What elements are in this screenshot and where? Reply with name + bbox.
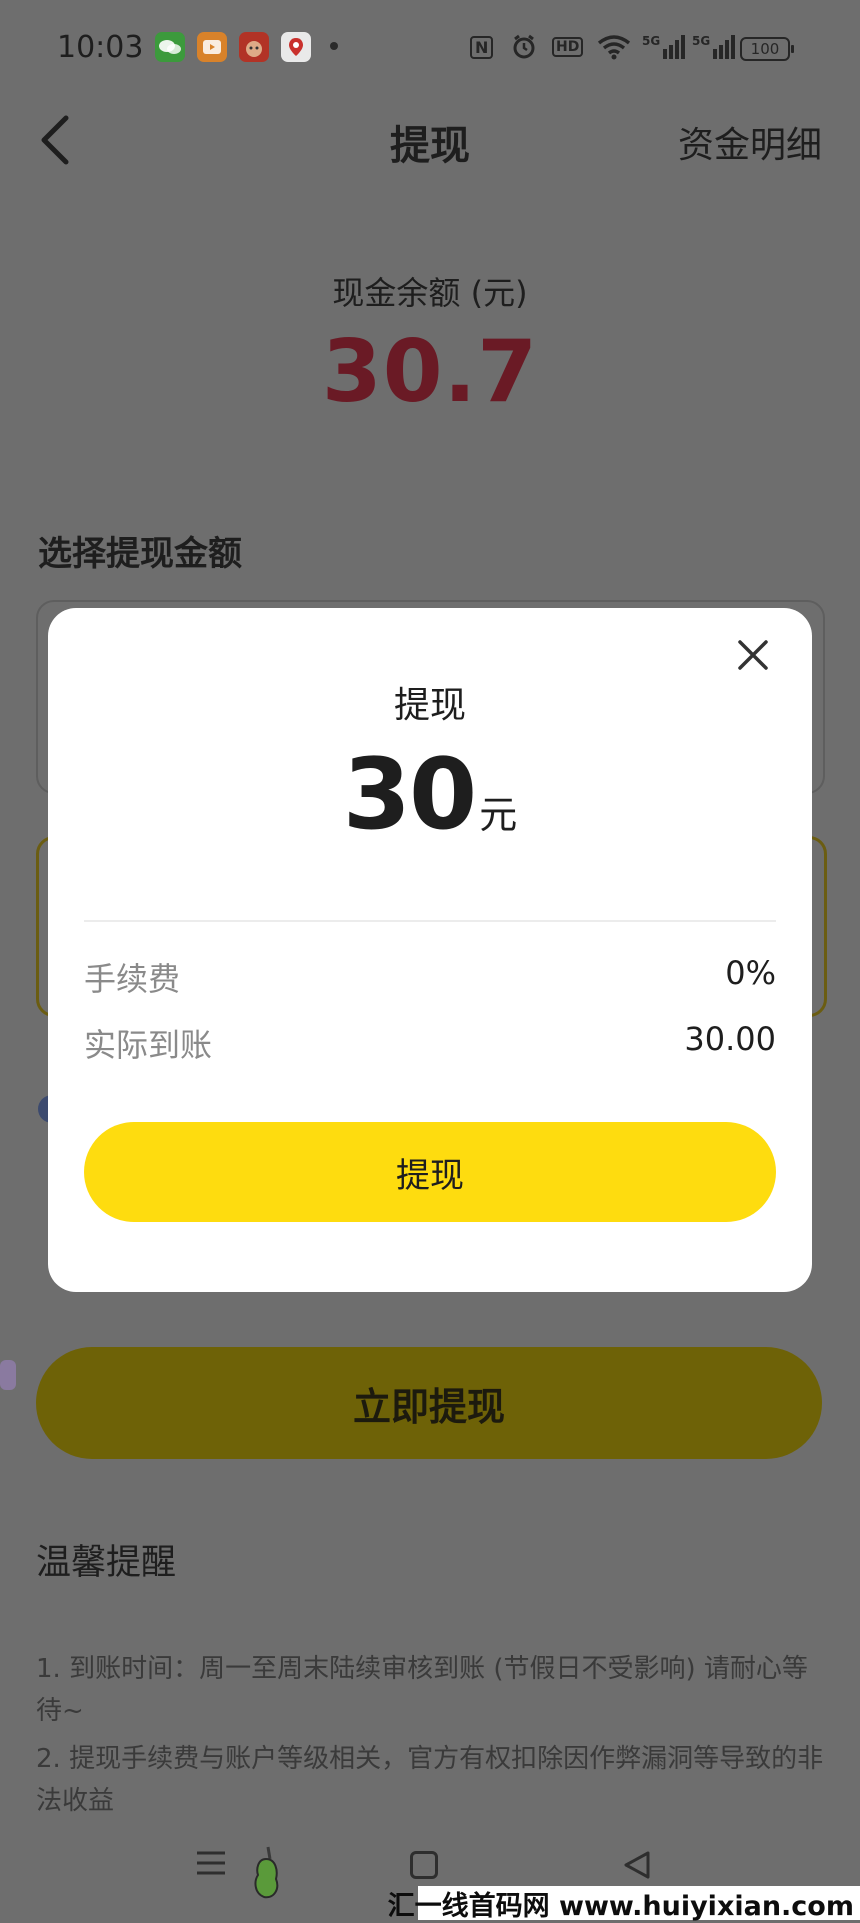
video-app-icon: [197, 32, 227, 62]
tip-item: 1. 到账时间：周一至周末陆续审核到账 (节假日不受影响) 请耐心等待~: [36, 1654, 808, 1726]
fee-label: 手续费: [84, 960, 181, 998]
floating-side-icon[interactable]: [0, 1360, 16, 1390]
close-button[interactable]: [730, 632, 776, 678]
signal-5g-icon-1: 5G: [642, 34, 686, 60]
dialog-amount: 30 元: [48, 738, 812, 852]
fee-row: 手续费 0%: [84, 954, 776, 1000]
wechat-icon: [155, 32, 185, 62]
close-icon: [738, 640, 768, 670]
tips-title: 温馨提醒: [36, 1543, 177, 1583]
battery-icon: 100: [740, 37, 794, 61]
choose-amount-label: 选择提现金额: [38, 534, 242, 574]
fund-details-link[interactable]: 资金明细: [678, 116, 822, 168]
alarm-icon: [510, 34, 538, 60]
dialog-title: 提现: [393, 685, 466, 726]
actual-amount-row: 实际到账 30.00: [84, 1020, 776, 1066]
dialog-withdraw-button[interactable]: 提现: [84, 1122, 776, 1222]
dialog-amount-unit: 元: [479, 793, 518, 837]
hd-icon: HD: [552, 34, 584, 60]
dialog-amount-value: 30: [342, 738, 477, 852]
notification-dot-icon: [330, 42, 338, 50]
withdraw-confirm-dialog: 提现 30 元 手续费 0% 实际到账 30.00 提现: [48, 608, 812, 1292]
withdraw-now-button[interactable]: 立即提现: [36, 1347, 822, 1459]
cow-app-icon: [239, 32, 269, 62]
nfc-icon: N: [470, 34, 494, 60]
status-time: 10:03: [57, 30, 144, 65]
fee-value: 0%: [725, 954, 776, 992]
menu-nav-icon[interactable]: [196, 1850, 226, 1876]
actual-amount-label: 实际到账: [84, 1026, 213, 1064]
tip-item: 2. 提现手续费与账户等级相关，官方有权扣除因作弊漏洞等导致的非法收益: [36, 1744, 824, 1816]
wifi-icon: [597, 34, 631, 60]
map-app-icon: [281, 32, 311, 62]
home-nav-icon[interactable]: [410, 1851, 438, 1879]
watermark: 汇一线首码网 www.huiyixian.com: [388, 1886, 860, 1922]
divider: [84, 920, 776, 922]
balance-value: 30.7: [321, 322, 539, 422]
balance-label: 现金余额 (元): [332, 274, 528, 312]
actual-amount-value: 30.00: [684, 1020, 776, 1058]
back-nav-icon[interactable]: [622, 1850, 652, 1880]
signal-5g-icon-2: 5G: [692, 34, 736, 60]
pear-sticker-icon: [250, 1845, 282, 1901]
